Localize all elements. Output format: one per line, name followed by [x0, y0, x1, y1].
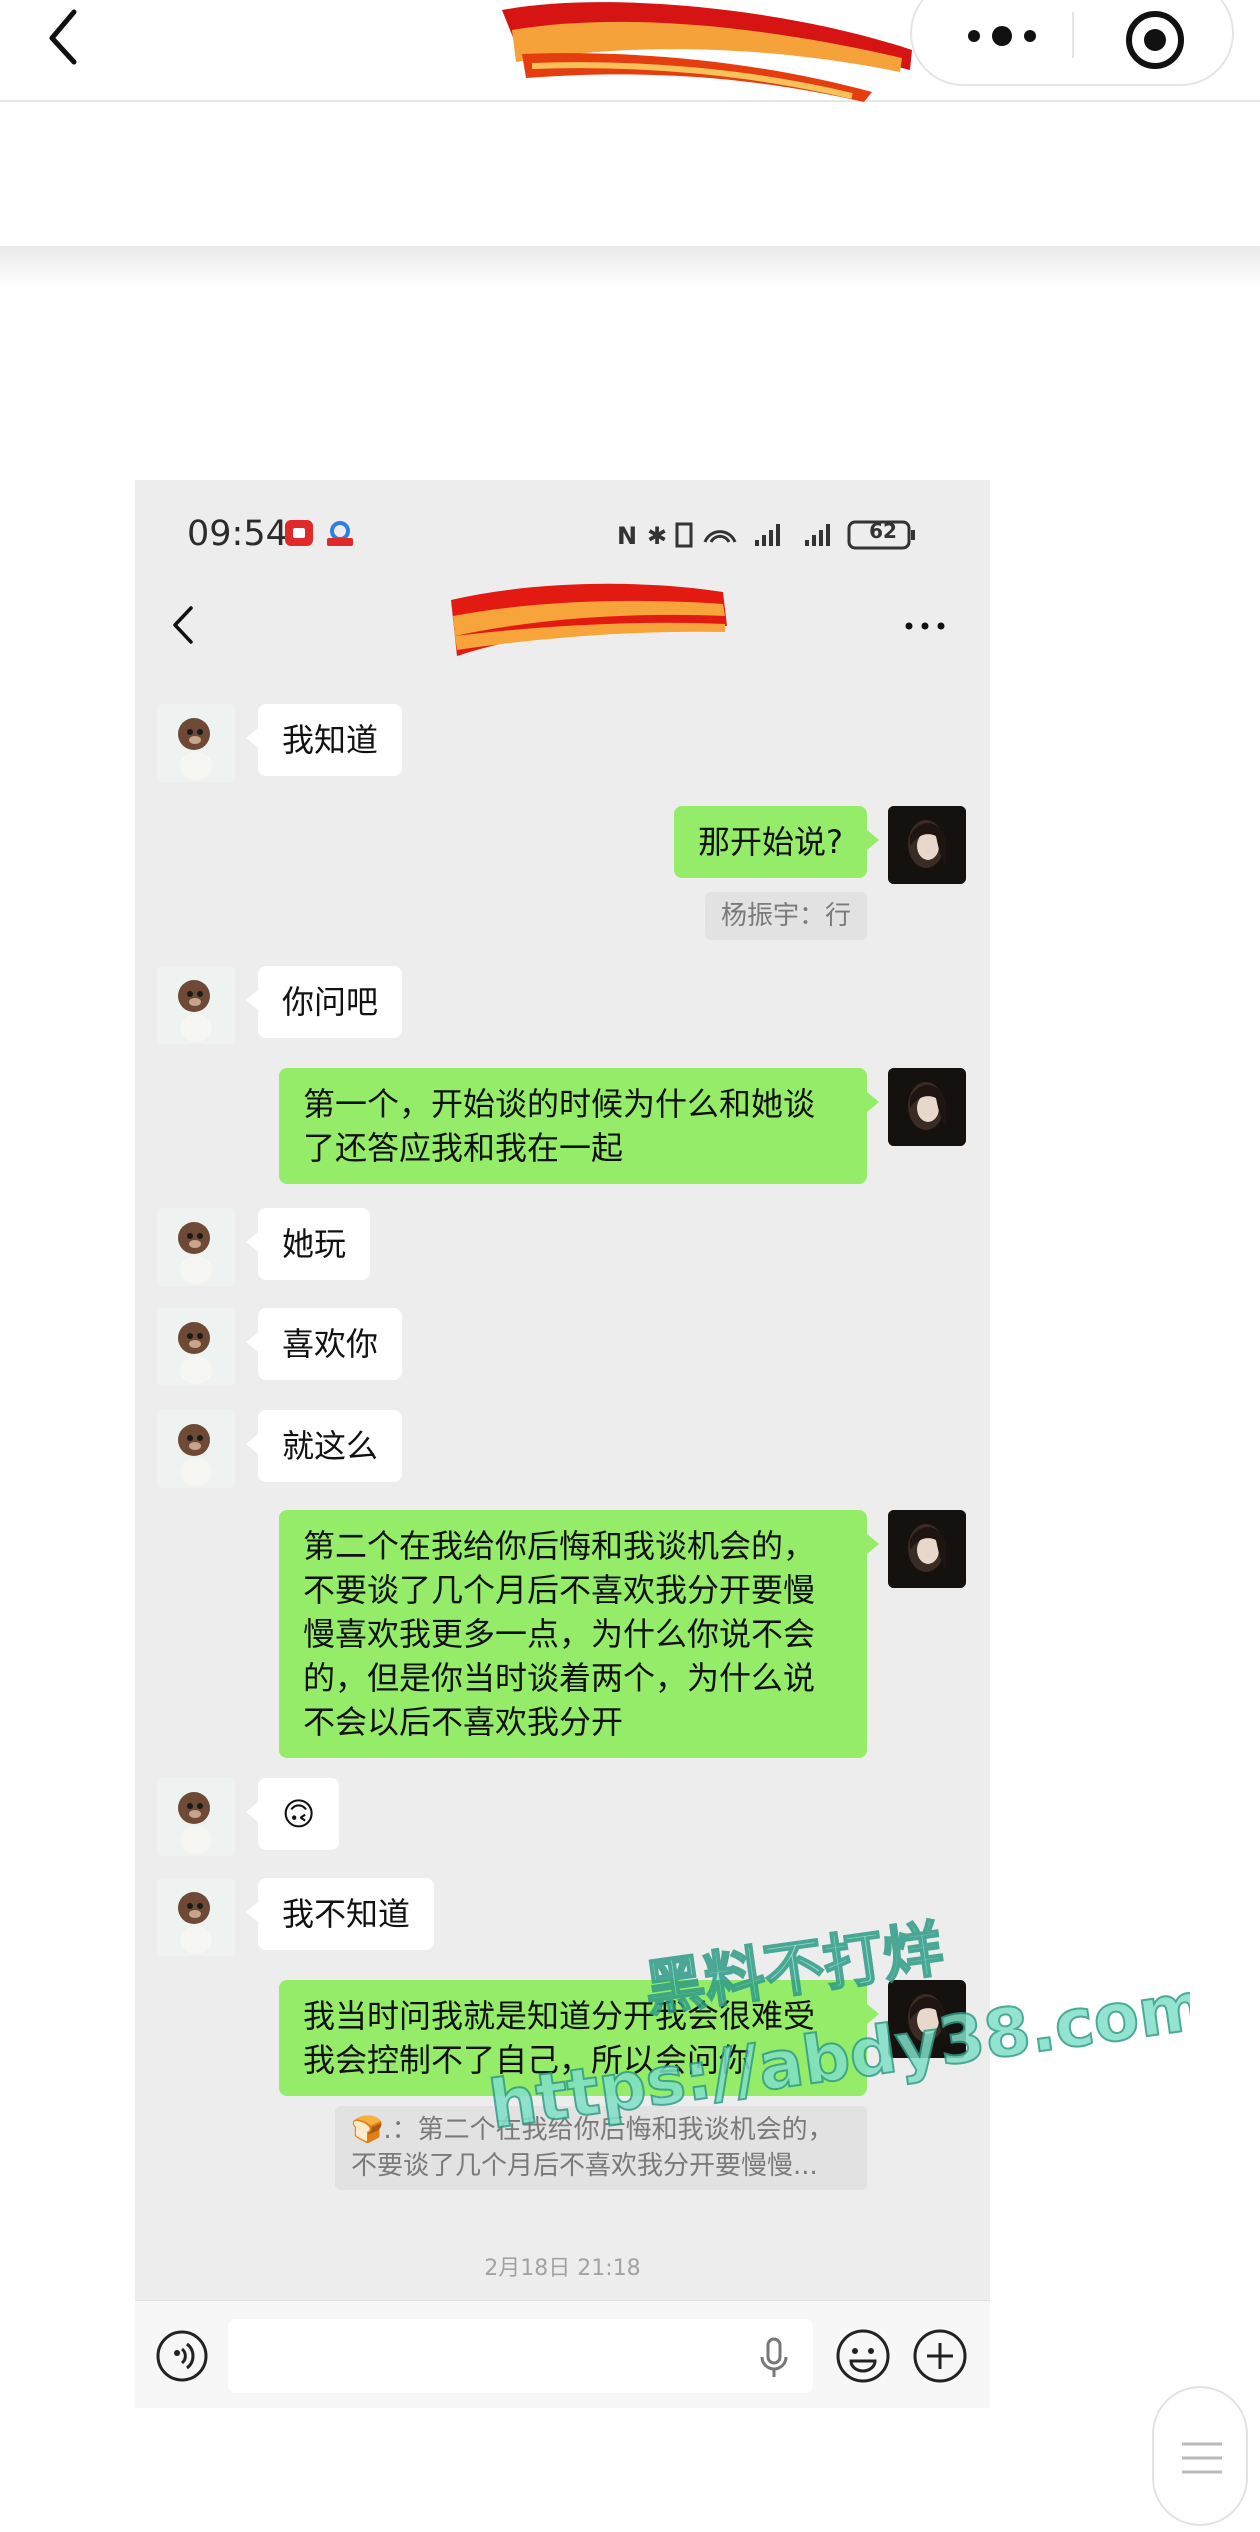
contact-avatar[interactable]	[157, 966, 235, 1044]
contact-avatar[interactable]	[157, 1778, 235, 1856]
message-bubble-outgoing[interactable]: 那开始说?	[674, 806, 879, 878]
message-bubble-incoming[interactable]: 我知道	[245, 704, 403, 776]
message-bubble-incoming[interactable]: 🙃	[245, 1778, 340, 1850]
voice-toggle-icon[interactable]	[155, 2329, 209, 2383]
capsule-divider	[1072, 12, 1074, 58]
contact-avatar[interactable]	[157, 1878, 235, 1956]
contact-avatar[interactable]	[157, 704, 235, 782]
avatar-girl-icon	[888, 1980, 966, 2058]
chat-screenshot: 09:54 N ✱ 62 我知道 那开始说? 杨振宇：行 你问吧 第一个，开始谈…	[135, 480, 990, 2408]
status-time: 09:54	[187, 514, 288, 554]
contact-avatar[interactable]	[157, 1410, 235, 1488]
more-dots-icon[interactable]	[895, 600, 955, 650]
message-bubble-incoming[interactable]: 我不知道	[245, 1878, 435, 1950]
message-bubble-outgoing[interactable]: 第二个在我给你后悔和我谈机会的，不要谈了几个月后不喜欢我分开要慢慢喜欢我更多一点…	[279, 1510, 879, 1758]
my-avatar[interactable]	[888, 1980, 966, 2058]
svg-text:✱: ✱	[647, 522, 667, 550]
my-avatar[interactable]	[888, 1510, 966, 1588]
system-status-icons: N ✱	[617, 520, 915, 550]
avatar-bear-icon	[157, 966, 235, 1044]
redaction-ribbon	[502, 2, 912, 102]
avatar-girl-icon	[888, 1510, 966, 1588]
battery-level: 62	[869, 519, 897, 543]
my-avatar[interactable]	[888, 806, 966, 884]
hamburger-icon	[1182, 2442, 1222, 2474]
message-bubble-incoming[interactable]: 你问吧	[245, 966, 403, 1038]
message-bubble-incoming[interactable]: 喜欢你	[245, 1308, 403, 1380]
app-notification-icon	[327, 521, 353, 546]
avatar-girl-icon	[888, 1068, 966, 1146]
avatar-bear-icon	[157, 1208, 235, 1286]
emoji-icon[interactable]	[835, 2328, 891, 2384]
target-circle-icon[interactable]	[1120, 2, 1190, 72]
avatar-girl-icon	[888, 806, 966, 884]
quoted-reply[interactable]: 🍞.：第二个在我给你后悔和我谈机会的，不要谈了几个月后不喜欢我分开要慢慢...	[335, 2106, 867, 2190]
quoted-reply[interactable]: 杨振宇：行	[704, 892, 867, 940]
message-bubble-incoming[interactable]: 就这么	[245, 1410, 403, 1482]
contact-avatar[interactable]	[157, 1308, 235, 1386]
app-notification-icon	[285, 520, 313, 546]
capsule-menu	[910, 0, 1234, 86]
avatar-bear-icon	[157, 1308, 235, 1386]
message-bubble-outgoing[interactable]: 我当时问我就是知道分开我会很难受我会控制不了自己，所以会问你	[279, 1980, 879, 2096]
chevron-left-icon[interactable]	[40, 6, 90, 66]
message-input[interactable]	[228, 2319, 813, 2393]
avatar-bear-icon	[157, 1410, 235, 1488]
avatar-bear-icon	[157, 704, 235, 782]
band-shadow	[0, 246, 1260, 286]
message-bubble-incoming[interactable]: 她玩	[245, 1208, 371, 1280]
avatar-bear-icon	[157, 1878, 235, 1956]
status-bar: 09:54 N ✱ 62	[135, 480, 990, 590]
my-avatar[interactable]	[888, 1068, 966, 1146]
redaction-ribbon	[451, 583, 727, 656]
chat-input-bar	[135, 2300, 990, 2408]
more-dots-icon[interactable]	[952, 2, 1052, 64]
blank-band	[0, 104, 1260, 246]
message-bubble-outgoing[interactable]: 第一个，开始谈的时候为什么和她谈了还答应我和我在一起	[279, 1068, 879, 1184]
avatar-bear-icon	[157, 1778, 235, 1856]
svg-text:N: N	[617, 522, 637, 550]
chevron-left-icon[interactable]	[169, 600, 199, 650]
message-timestamp: 2月18日 21:18	[484, 2256, 641, 2281]
plus-icon[interactable]	[912, 2328, 968, 2384]
floating-menu-button[interactable]	[1152, 2386, 1248, 2526]
mini-program-topbar	[0, 0, 1260, 102]
contact-avatar[interactable]	[157, 1208, 235, 1286]
microphone-icon[interactable]	[759, 2337, 789, 2379]
